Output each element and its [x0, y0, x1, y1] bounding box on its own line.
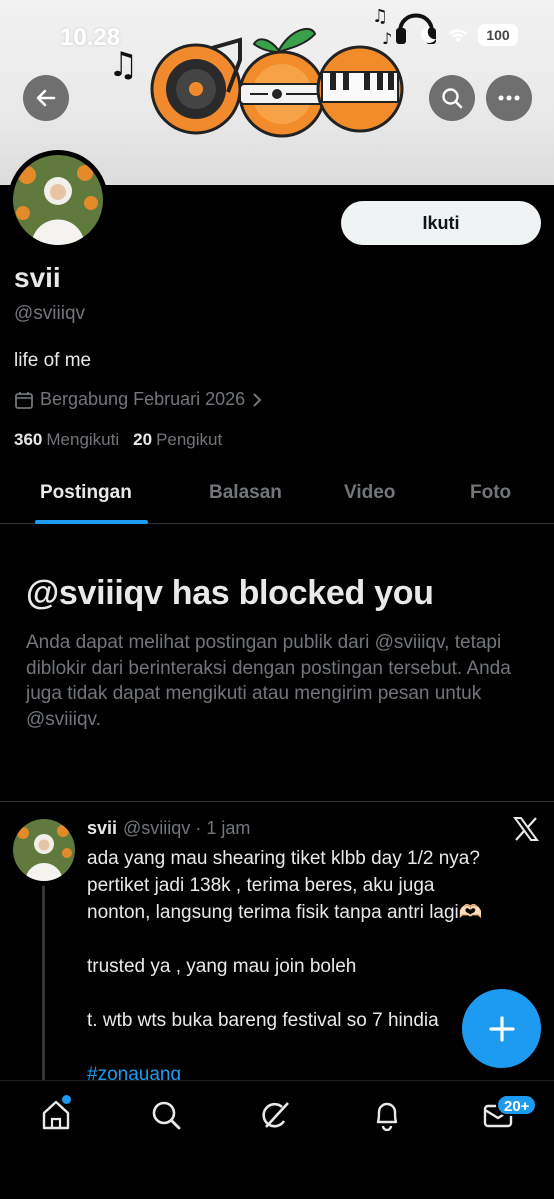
profile-name: svii	[14, 262, 61, 293]
active-tab-indicator	[35, 520, 148, 524]
profile-bio: life of me	[14, 350, 92, 371]
blocked-title: @sviiiqv has blocked you	[26, 574, 434, 612]
post-line: pertiket jadi 138k , terima beres, aku j…	[87, 875, 435, 896]
avatar	[13, 155, 103, 245]
tab-posts[interactable]: Postingan	[40, 482, 132, 504]
chevron-right-icon	[253, 392, 262, 407]
divider	[0, 801, 554, 802]
messages-badge: 20+	[496, 1094, 538, 1116]
following-count: 360	[14, 430, 43, 449]
status-bar: 10.28 100	[0, 0, 554, 70]
followers-count: 20	[133, 430, 153, 449]
follow-button[interactable]: Ikuti	[341, 201, 541, 245]
following-link[interactable]: 360 Mengikuti	[14, 430, 119, 450]
follow-counts: 360 Mengikuti 20 Pengikut	[14, 430, 222, 450]
join-date-label: Bergabung Februari 2026	[40, 389, 246, 409]
followers-link[interactable]: 20 Pengikut	[133, 430, 222, 450]
post-header: svii @sviiiqv · 1 jam	[87, 818, 250, 839]
blocked-description: Anda dapat melihat postingan publik dari…	[26, 632, 511, 730]
avatar-photo	[13, 155, 103, 245]
nav-explore[interactable]	[148, 1097, 184, 1133]
battery-indicator: 100	[478, 24, 518, 46]
nav-grok[interactable]	[258, 1097, 294, 1133]
do-not-disturb-icon	[421, 26, 436, 43]
more-icon	[498, 95, 520, 101]
back-arrow-icon	[36, 89, 56, 107]
nav-notifications[interactable]	[369, 1097, 405, 1133]
join-date[interactable]: Bergabung Februari 2026	[14, 389, 263, 410]
status-icons: 100	[418, 24, 518, 46]
grok-icon	[262, 1102, 289, 1128]
post-author[interactable]: svii	[87, 818, 117, 838]
back-button[interactable]	[23, 75, 69, 121]
profile-tabs: Postingan Balasan Video Foto	[0, 466, 554, 524]
bottom-navigation: 20+	[0, 1080, 554, 1199]
post-handle[interactable]: @sviiiqv	[123, 818, 190, 838]
more-button[interactable]	[486, 75, 532, 121]
status-time: 10.28	[60, 24, 121, 51]
search-button[interactable]	[429, 75, 475, 121]
compose-button[interactable]	[462, 989, 541, 1068]
tab-video[interactable]: Video	[344, 482, 395, 504]
wifi-icon	[449, 29, 467, 42]
x-logo-icon	[513, 817, 539, 841]
post-line: trusted ya , yang mau join boleh	[87, 956, 357, 977]
tab-replies[interactable]: Balasan	[209, 482, 282, 504]
post-line: ada yang mau shearing tiket klbb day 1/2…	[87, 848, 480, 869]
plus-icon	[488, 1015, 515, 1042]
calendar-icon	[15, 391, 33, 409]
thread-line	[42, 886, 45, 1081]
post-avatar-photo	[13, 819, 75, 881]
search-icon	[442, 88, 463, 109]
post-avatar[interactable]	[13, 819, 75, 881]
explore-icon	[152, 1101, 181, 1130]
notifications-icon	[376, 1102, 398, 1131]
profile-avatar[interactable]	[8, 150, 108, 250]
following-label: Mengikuti	[46, 430, 120, 449]
profile-handle: @sviiiqv	[14, 303, 86, 324]
tab-photos[interactable]: Foto	[470, 482, 511, 504]
post-line: nonton, langsung terima fisik tanpa antr…	[87, 902, 483, 923]
home-notification-dot	[62, 1095, 71, 1104]
followers-label: Pengikut	[156, 430, 223, 449]
post-time: · 1 jam	[195, 818, 251, 838]
